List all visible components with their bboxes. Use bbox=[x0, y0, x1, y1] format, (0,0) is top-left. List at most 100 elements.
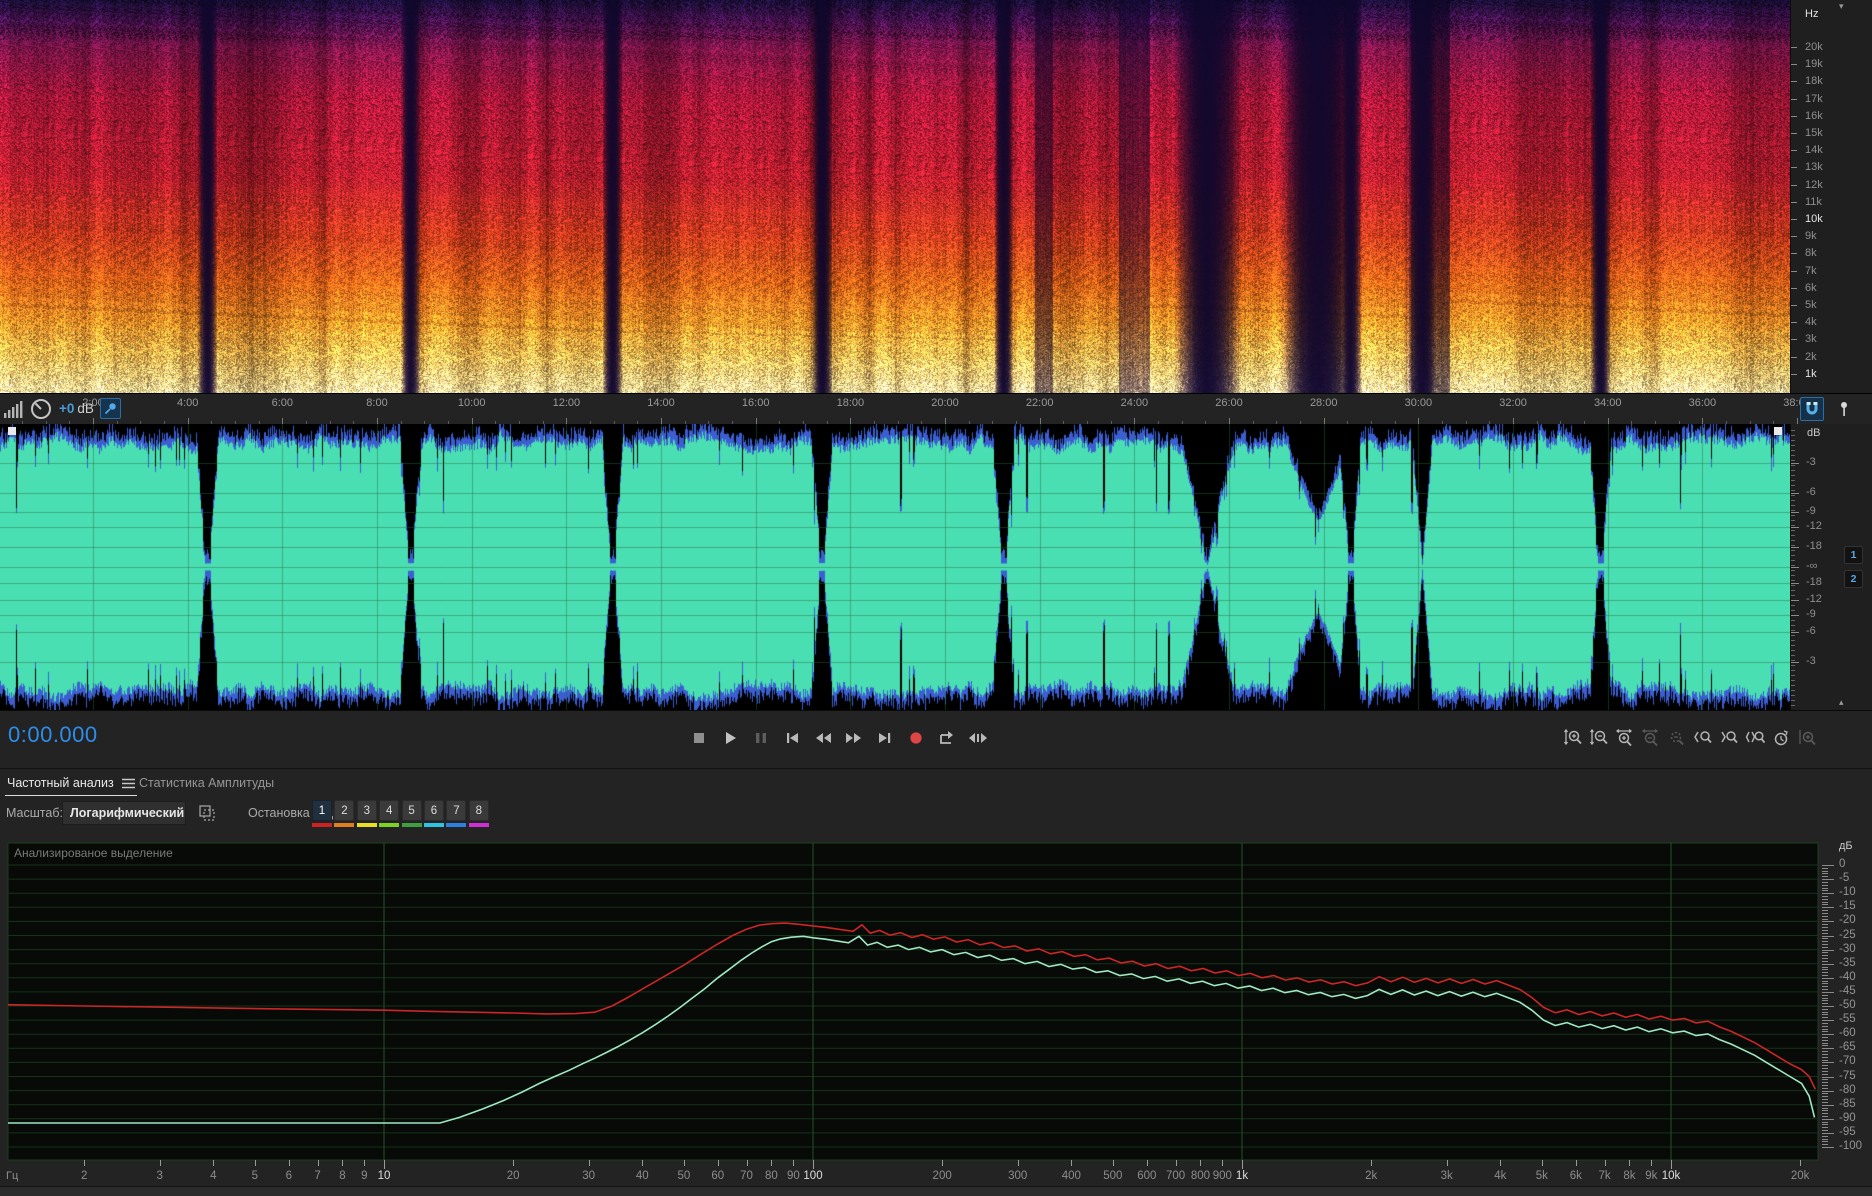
zoom-to-selection-button[interactable] bbox=[1745, 728, 1765, 748]
time-display[interactable]: 0:00.000 bbox=[8, 722, 98, 748]
waveform-ruler-minor-tick bbox=[1791, 475, 1795, 476]
spectrogram-ruler-label: 11k bbox=[1805, 195, 1822, 208]
skip-to-end-icon bbox=[879, 733, 891, 743]
chart-y-tick bbox=[1822, 1065, 1828, 1067]
hold-frame-button-8[interactable]: 8 bbox=[468, 800, 489, 821]
skip-to-end-button[interactable] bbox=[874, 727, 896, 749]
chart-x-label: 3k bbox=[1440, 1170, 1453, 1182]
zoom-out-time-button[interactable] bbox=[1641, 728, 1661, 748]
zoom-in-time-button[interactable] bbox=[1615, 728, 1635, 748]
chart-y-tick bbox=[1822, 977, 1834, 979]
waveform-ruler-minor-tick bbox=[1791, 480, 1795, 481]
tab-amplitude-statistics[interactable]: Статистика Амплитуды bbox=[137, 773, 276, 795]
magnet-icon bbox=[1806, 402, 1818, 415]
spectrogram-ruler-label: 13k bbox=[1805, 161, 1823, 174]
waveform-ruler-label: -3 bbox=[1806, 456, 1816, 468]
chart-y-tick bbox=[1822, 924, 1828, 926]
chart-y-tick bbox=[1822, 929, 1828, 931]
chart-y-label: -10 bbox=[1839, 886, 1856, 899]
spectrogram-ruler-tick bbox=[1791, 236, 1797, 238]
panel-menu-icon[interactable] bbox=[121, 778, 135, 789]
hold-frame-button-1[interactable]: 1 bbox=[312, 800, 332, 821]
collapse-down-icon[interactable]: ▴ bbox=[1839, 698, 1844, 707]
waveform-ruler-minor-tick bbox=[1791, 515, 1795, 516]
chart-y-label: -85 bbox=[1839, 1097, 1856, 1110]
skip-selection-button[interactable] bbox=[967, 727, 989, 749]
channel-2-button[interactable]: 2 bbox=[1844, 570, 1863, 588]
hud-pin-button[interactable] bbox=[100, 398, 121, 419]
chart-y-tick bbox=[1822, 952, 1828, 954]
chart-y-tick bbox=[1822, 932, 1828, 934]
fast-forward-button[interactable] bbox=[843, 727, 865, 749]
selection-handle-right[interactable] bbox=[1774, 427, 1782, 435]
stop-button[interactable] bbox=[688, 727, 710, 749]
hold-frame-button-5[interactable]: 5 bbox=[401, 800, 422, 821]
waveform-ruler-minor-tick bbox=[1791, 685, 1795, 686]
chart-x-tick bbox=[213, 1160, 215, 1166]
spectrogram-ruler-label: 7k bbox=[1805, 264, 1817, 277]
hold-frame-button-6[interactable]: 6 bbox=[424, 800, 444, 821]
zoom-in-right-selection-button[interactable] bbox=[1719, 728, 1739, 748]
loop-playback-button[interactable] bbox=[936, 727, 958, 749]
gain-knob-icon[interactable] bbox=[30, 398, 52, 420]
zoom-out-full-button[interactable] bbox=[1667, 728, 1687, 748]
chart-y-label: -50 bbox=[1839, 999, 1856, 1011]
waveform-display[interactable] bbox=[0, 424, 1790, 710]
frequency-chart-plot[interactable] bbox=[0, 840, 1872, 1186]
chart-x-label: 60 bbox=[711, 1170, 725, 1182]
snap-toggle-button[interactable] bbox=[1800, 397, 1824, 421]
waveform-ruler-minor-tick bbox=[1791, 440, 1795, 441]
zoom-in-amplitude-button[interactable] bbox=[1563, 728, 1583, 748]
zoom-in-left-selection-button[interactable] bbox=[1693, 728, 1713, 748]
hold-frame-button-2[interactable]: 2 bbox=[334, 800, 355, 821]
chart-y-tick bbox=[1822, 1042, 1828, 1044]
selection-handle-left[interactable] bbox=[8, 427, 16, 435]
play-button[interactable] bbox=[719, 727, 741, 749]
waveform-ruler-minor-tick bbox=[1791, 505, 1795, 506]
spectrogram-display[interactable] bbox=[0, 0, 1790, 393]
hold-frame-button-3[interactable]: 3 bbox=[356, 800, 377, 821]
add-marker-button[interactable] bbox=[1832, 397, 1856, 421]
pause-button[interactable] bbox=[750, 727, 772, 749]
chart-y-tick bbox=[1822, 1037, 1828, 1039]
chart-y-tick bbox=[1822, 1101, 1828, 1103]
rewind-button[interactable] bbox=[812, 727, 834, 749]
chart-y-tick bbox=[1822, 1022, 1828, 1024]
zoom-full-amplitude-button[interactable] bbox=[1797, 728, 1817, 748]
loop-playback-icon bbox=[940, 731, 953, 744]
waveform-ruler-label: -3 bbox=[1806, 655, 1816, 667]
waveform-ruler-label: -18 bbox=[1806, 576, 1822, 588]
chart-y-tick bbox=[1822, 1118, 1834, 1120]
scale-dropdown[interactable]: Логарифмический bbox=[62, 801, 186, 825]
chart-y-tick bbox=[1822, 1076, 1834, 1078]
chart-y-label: -5 bbox=[1839, 872, 1850, 885]
gain-value[interactable]: +0 dB bbox=[59, 400, 94, 418]
waveform-ruler-tick bbox=[1791, 463, 1799, 464]
skip-to-start-button[interactable] bbox=[781, 727, 803, 749]
collapse-up-icon[interactable]: ▾ bbox=[1839, 2, 1844, 11]
hold-frame-button-7[interactable]: 7 bbox=[446, 800, 467, 821]
chart-x-tick bbox=[1671, 1160, 1672, 1169]
chart-y-tick bbox=[1822, 963, 1834, 965]
chart-x-tick bbox=[813, 1160, 814, 1169]
timeline-ruler[interactable]: 2:00 4:00 6:00 8:00 10:00 12:00 14:00 16:00 18:0… bbox=[0, 393, 1872, 426]
chart-x-tick bbox=[1800, 1160, 1802, 1166]
copy-data-button[interactable] bbox=[196, 802, 218, 824]
waveform-ruler-minor-tick bbox=[1791, 585, 1795, 586]
channel-1-button[interactable]: 1 bbox=[1844, 546, 1863, 564]
chart-x-tick bbox=[588, 1160, 590, 1166]
record-button[interactable] bbox=[905, 727, 927, 749]
spectrogram-ruler-label: 14k bbox=[1805, 144, 1823, 157]
waveform-ruler-minor-tick bbox=[1791, 530, 1795, 531]
zoom-reset-history-button[interactable] bbox=[1771, 728, 1791, 748]
waveform-ruler-minor-tick bbox=[1791, 635, 1795, 636]
chart-y-tick bbox=[1822, 873, 1828, 875]
chart-x-label: 3 bbox=[156, 1170, 163, 1182]
chart-y-label: -20 bbox=[1839, 914, 1856, 927]
spectrogram-ruler-tick bbox=[1791, 167, 1797, 169]
chart-x-label: 700 bbox=[1165, 1170, 1186, 1182]
hold-frame-button-4[interactable]: 4 bbox=[379, 800, 400, 821]
zoom-out-amplitude-button[interactable] bbox=[1589, 728, 1609, 748]
tab-frequency-analysis[interactable]: Частотный анализ bbox=[5, 773, 137, 797]
timeline-label: 6:00 bbox=[271, 397, 294, 409]
